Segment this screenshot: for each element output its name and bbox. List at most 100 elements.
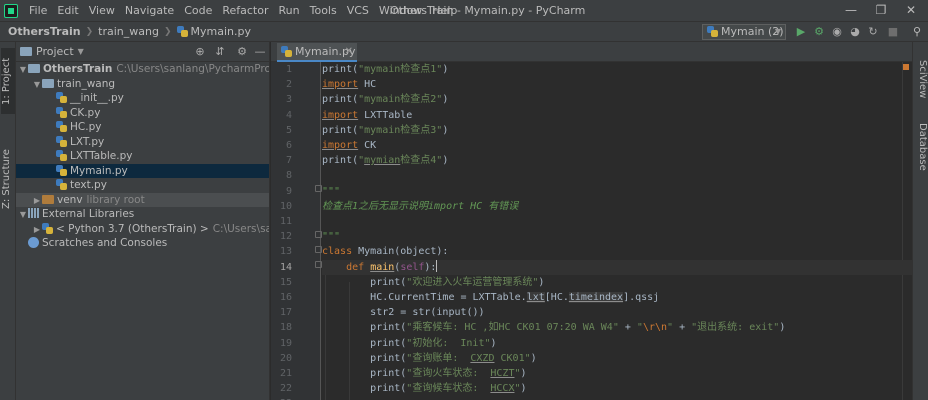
menu-refactor[interactable]: Refactor	[217, 0, 273, 21]
fold-marker-icon[interactable]	[315, 231, 322, 238]
tree-item[interactable]: text.py	[16, 178, 269, 193]
code-line-2: import HC	[322, 79, 377, 91]
code-line-9: """	[322, 185, 341, 197]
python-file-icon	[281, 46, 292, 57]
folder-icon	[28, 64, 40, 73]
tree-item[interactable]: CK.py	[16, 106, 269, 121]
close-icon[interactable]: ✕	[896, 0, 926, 21]
project-panel: Project ▼ ⊕ ⇵ ⚙ — ▼ OthersTrain C:\Users\s…	[16, 42, 270, 400]
breadcrumb-folder[interactable]: train_wang	[94, 25, 163, 38]
line-number: 4	[285, 109, 292, 121]
expand-arrow-icon[interactable]: ▼	[32, 78, 42, 93]
line-number: 10	[279, 200, 292, 212]
tree-item[interactable]: __init__.py	[16, 91, 269, 106]
line-number: 19	[279, 337, 292, 349]
line-number: 22	[279, 383, 292, 395]
restore-icon[interactable]: ❐	[866, 0, 896, 21]
chevron-right-icon: ❯	[163, 26, 172, 37]
run-configuration-dropdown[interactable]: Mymain (2) ▼	[702, 24, 786, 40]
close-tab-icon[interactable]: ✕	[345, 43, 353, 60]
menu-vcs[interactable]: VCS	[342, 0, 374, 21]
database-tool-window-button[interactable]: Database	[914, 116, 928, 178]
line-number: 11	[279, 216, 292, 227]
locate-file-icon[interactable]: ⊕	[193, 45, 207, 59]
folder-icon	[20, 47, 32, 56]
project-tree: ▼OthersTrainC:\Users\sanlang\PycharmProj…	[16, 62, 269, 251]
tree-item[interactable]: ▼ External Libraries	[16, 207, 269, 222]
tree-item[interactable]: ▶ venv library root	[16, 192, 269, 209]
library-folder-icon	[42, 194, 54, 204]
stop-icon[interactable]: ■	[886, 25, 900, 39]
coverage-icon[interactable]: ◉	[830, 25, 844, 39]
collapse-arrow-icon[interactable]: ▶	[32, 223, 42, 238]
python-file-icon	[42, 222, 53, 234]
navigation-bar: OthersTrain ❯ train_wang ❯ Mymain.py Mym…	[0, 21, 928, 42]
tree-item-label: OthersTrain	[43, 63, 113, 75]
breadcrumb-file[interactable]: Mymain.py	[191, 25, 255, 38]
tree-item[interactable]: LXTTable.py	[16, 149, 269, 164]
tree-item[interactable]: Scratches and Consoles	[16, 236, 269, 251]
code-line-14: def main(self):	[322, 259, 912, 275]
warning-stripe-marker[interactable]	[903, 64, 909, 70]
right-margin-guide	[902, 62, 903, 400]
gear-icon[interactable]: ⚙	[235, 45, 249, 59]
title-bar: File Edit View Navigate Code Refactor Ru…	[0, 0, 928, 21]
menu-view[interactable]: View	[84, 0, 120, 21]
project-tool-window-button[interactable]: 1: Project	[1, 48, 15, 114]
fold-marker-icon[interactable]	[315, 246, 322, 253]
tree-item[interactable]: ▶ < Python 3.7 (OthersTrain) > C:\Users\sa…	[16, 222, 269, 237]
menu-file[interactable]: File	[24, 0, 52, 21]
sciview-tool-window-button[interactable]: SciView	[914, 54, 928, 104]
structure-tool-window-button[interactable]: Z: Structure	[1, 146, 15, 212]
code-line-18: print("乘客候车: HC ,如HC CK01 07:20 WA W4" +…	[370, 322, 786, 334]
menu-run[interactable]: Run	[274, 0, 305, 21]
python-file-icon	[176, 26, 188, 37]
window-title: OthersTrain - Mymain.py - PyCharm	[390, 4, 586, 17]
tab-mymain[interactable]: Mymain.py ✕	[277, 43, 357, 62]
tree-item-path-hint: library root	[86, 193, 145, 206]
code-line-12: """	[322, 231, 341, 243]
breadcrumb-project[interactable]: OthersTrain	[0, 25, 85, 38]
tree-item-path-hint: C:\Users\sanlang\PycharmProjects\OthersT…	[116, 63, 270, 75]
line-number: 1	[285, 64, 292, 75]
code-line-1: print("mymain检查点1")	[322, 64, 449, 75]
tree-item[interactable]: HC.py	[16, 120, 269, 135]
line-number: 14	[279, 261, 292, 273]
profile-icon[interactable]: ◕	[848, 25, 862, 39]
tree-item[interactable]: ▼ train_wang	[16, 77, 269, 92]
fold-marker-icon[interactable]	[315, 261, 322, 268]
tree-item-label: < Python 3.7 (OthersTrain) >	[56, 222, 209, 235]
line-number: 5	[285, 124, 292, 136]
tree-item[interactable]: LXT.py	[16, 135, 269, 150]
concurrency-icon[interactable]: ↻	[866, 25, 880, 39]
code-line-4: import LXTTable	[322, 109, 413, 121]
fold-marker-icon[interactable]	[315, 185, 322, 192]
tree-item[interactable]: Mymain.py	[16, 163, 269, 178]
expand-arrow-icon[interactable]: ▼	[18, 63, 28, 78]
search-icon[interactable]: ⚲	[910, 25, 924, 39]
code-editor[interactable]: print("mymain检查点1") import HC print("mym…	[322, 62, 912, 400]
collapse-all-icon[interactable]: ⇵	[213, 45, 227, 59]
text-caret	[436, 259, 438, 272]
menu-tools[interactable]: Tools	[305, 0, 342, 21]
menu-code[interactable]: Code	[179, 0, 217, 21]
minimize-icon[interactable]: —	[836, 0, 866, 21]
tree-item-label: train_wang	[57, 77, 116, 90]
python-file-icon	[56, 135, 67, 147]
menu-navigate[interactable]: Navigate	[120, 0, 179, 21]
project-view-selector[interactable]: Project	[36, 45, 74, 58]
expand-arrow-icon[interactable]: ▼	[18, 208, 28, 223]
chevron-down-icon[interactable]: ▼	[78, 47, 84, 56]
tree-item-label: Scratches and Consoles	[42, 237, 168, 249]
code-line-15: print("欢迎进入火车运营管理系统")	[370, 276, 545, 288]
code-line-21: print("查询火车状态: HCZT")	[370, 368, 527, 379]
code-line-13: class Mymain(object):	[322, 246, 449, 258]
tree-item[interactable]: ▼ OthersTrainC:\Users\sanlang\PycharmProj…	[16, 62, 269, 77]
hide-panel-icon[interactable]: —	[253, 45, 267, 59]
debug-icon[interactable]: ⚙	[812, 25, 826, 39]
chevron-down-icon: ▼	[774, 27, 781, 36]
collapse-arrow-icon[interactable]: ▶	[32, 194, 42, 209]
chevron-right-icon: ❯	[85, 26, 94, 37]
run-icon[interactable]: ▶	[794, 25, 808, 39]
menu-edit[interactable]: Edit	[52, 0, 83, 21]
